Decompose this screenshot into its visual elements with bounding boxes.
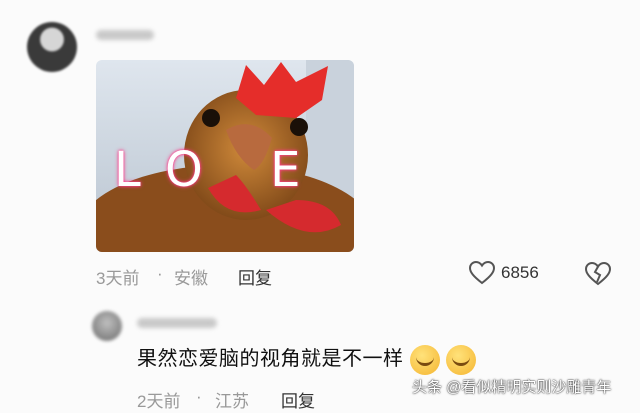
like-button[interactable]: 6856	[469, 261, 539, 285]
avatar[interactable]	[92, 311, 122, 341]
watermark: 头条 @看似精明实则沙雕青年	[412, 379, 612, 396]
like-count: 6856	[501, 263, 539, 282]
avatar[interactable]	[27, 22, 77, 72]
cry-laugh-emoji-icon	[409, 344, 440, 375]
reply-button[interactable]: 回复	[238, 264, 272, 289]
user-name[interactable]	[96, 30, 154, 40]
meta-separator: ·	[157, 264, 163, 283]
comment-location: 江苏	[215, 392, 249, 411]
comment-location: 安徽	[174, 269, 208, 288]
user-name[interactable]	[137, 318, 217, 328]
comment-time: 3天前	[96, 269, 140, 288]
comment-body: 果然恋爱脑的视角就是不一样	[137, 348, 404, 370]
comment-image[interactable]: LO E	[96, 60, 354, 252]
broken-heart-icon[interactable]	[585, 262, 611, 286]
image-caption: LO E	[114, 142, 327, 198]
meta-separator: ·	[196, 387, 202, 406]
heart-icon	[469, 261, 495, 285]
comment-text: 果然恋爱脑的视角就是不一样	[137, 342, 476, 375]
cry-laugh-emoji-icon	[445, 344, 476, 375]
reply-button[interactable]: 回复	[281, 387, 315, 412]
comment-time: 2天前	[137, 392, 181, 411]
